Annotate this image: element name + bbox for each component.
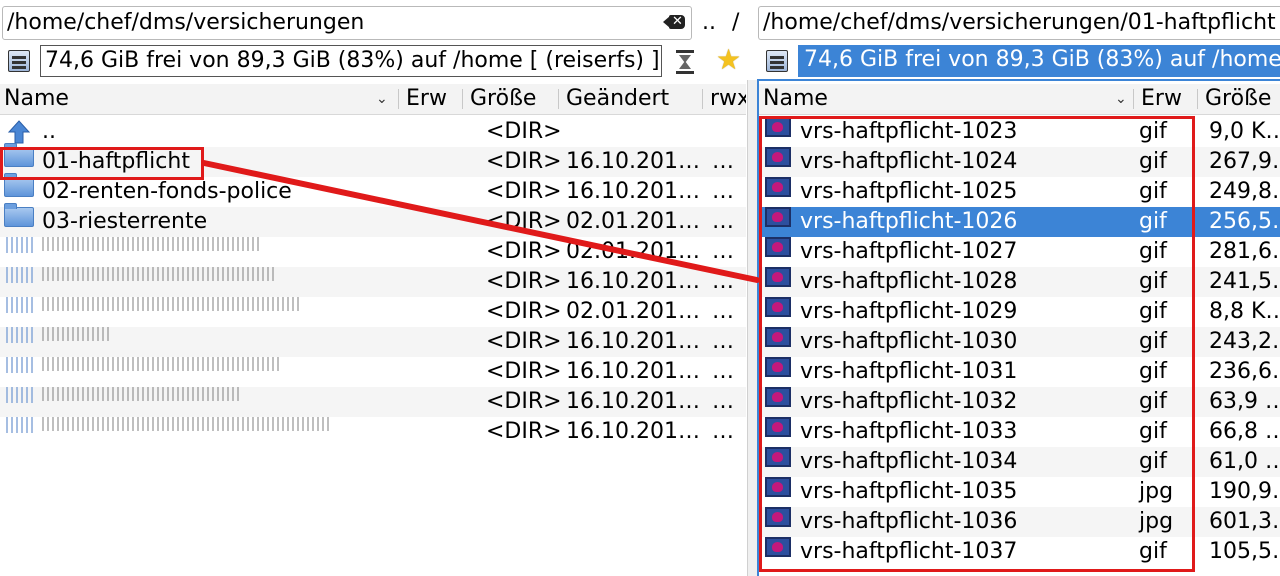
annotation-arrow <box>201 160 760 283</box>
